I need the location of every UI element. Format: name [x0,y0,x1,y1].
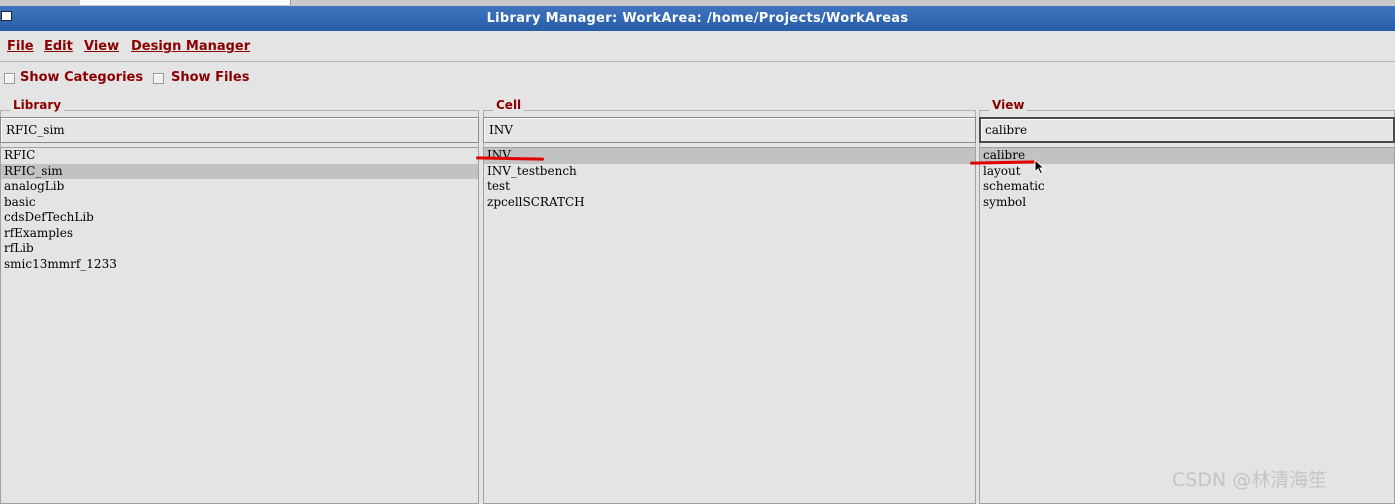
library-list-item[interactable]: basic [1,195,478,211]
watermark: CSDN @林清海笙 [1172,469,1328,491]
library-list-item[interactable]: smic13mmrf_1233 [1,257,478,273]
library-list[interactable]: RFIC RFIC_sim analogLib basic cdsDefTechLib r… [0,147,479,504]
view-list-item[interactable]: symbol [980,195,1394,211]
cell-title: Cell [493,98,525,112]
library-panel: Library RFICRFIC_simanalogLibbasiccdsDef… [0,98,479,504]
show-categories-checkbox[interactable] [4,73,15,84]
options-bar: Show Categories Show Files [0,62,1395,94]
library-list-item[interactable]: RFIC [1,148,478,164]
menu-view[interactable]: View [84,39,119,54]
library-list-item[interactable]: rfLib [1,241,478,257]
mouse-pointer-icon [1034,159,1046,175]
show-categories-label[interactable]: Show Categories [20,70,143,85]
view-list-item[interactable]: schematic [980,179,1394,195]
view-list[interactable]: calibre layout schematic symbol [979,147,1395,504]
menu-bar: File Edit View Design Manager [0,31,1395,62]
cell-list-item[interactable]: INV [484,148,975,164]
library-list-item[interactable]: cdsDefTechLib [1,210,478,226]
menu-edit[interactable]: Edit [44,39,73,54]
cell-list-item[interactable]: zpcellSCRATCH [484,195,975,211]
window-menu-icon[interactable] [1,11,12,21]
library-title: Library [10,98,65,112]
title-bar: Library Manager: WorkArea: /home/Project… [0,6,1395,31]
cell-list[interactable]: INV INV_testbench test zpcellSCRATCH [483,147,976,504]
show-files-checkbox[interactable] [153,73,164,84]
menu-file[interactable]: File [7,39,34,54]
library-input[interactable] [0,117,479,143]
cell-input[interactable] [483,117,976,143]
show-files-label[interactable]: Show Files [171,70,249,85]
library-list-item[interactable]: RFIC_sim [1,163,478,179]
view-input[interactable] [979,117,1395,143]
view-title: View [989,98,1028,112]
window-tab[interactable] [80,0,291,5]
library-list-item[interactable]: analogLib [1,179,478,195]
menu-design-manager[interactable]: Design Manager [131,39,250,54]
window-title: Library Manager: WorkArea: /home/Project… [486,11,909,26]
cell-panel: Cell INVINV_testbenchtestzpcellSCRATCH [483,98,976,504]
cell-list-item[interactable]: INV_testbench [484,164,975,180]
library-list-item[interactable]: rfExamples [1,226,478,242]
cell-list-item[interactable]: test [484,179,975,195]
